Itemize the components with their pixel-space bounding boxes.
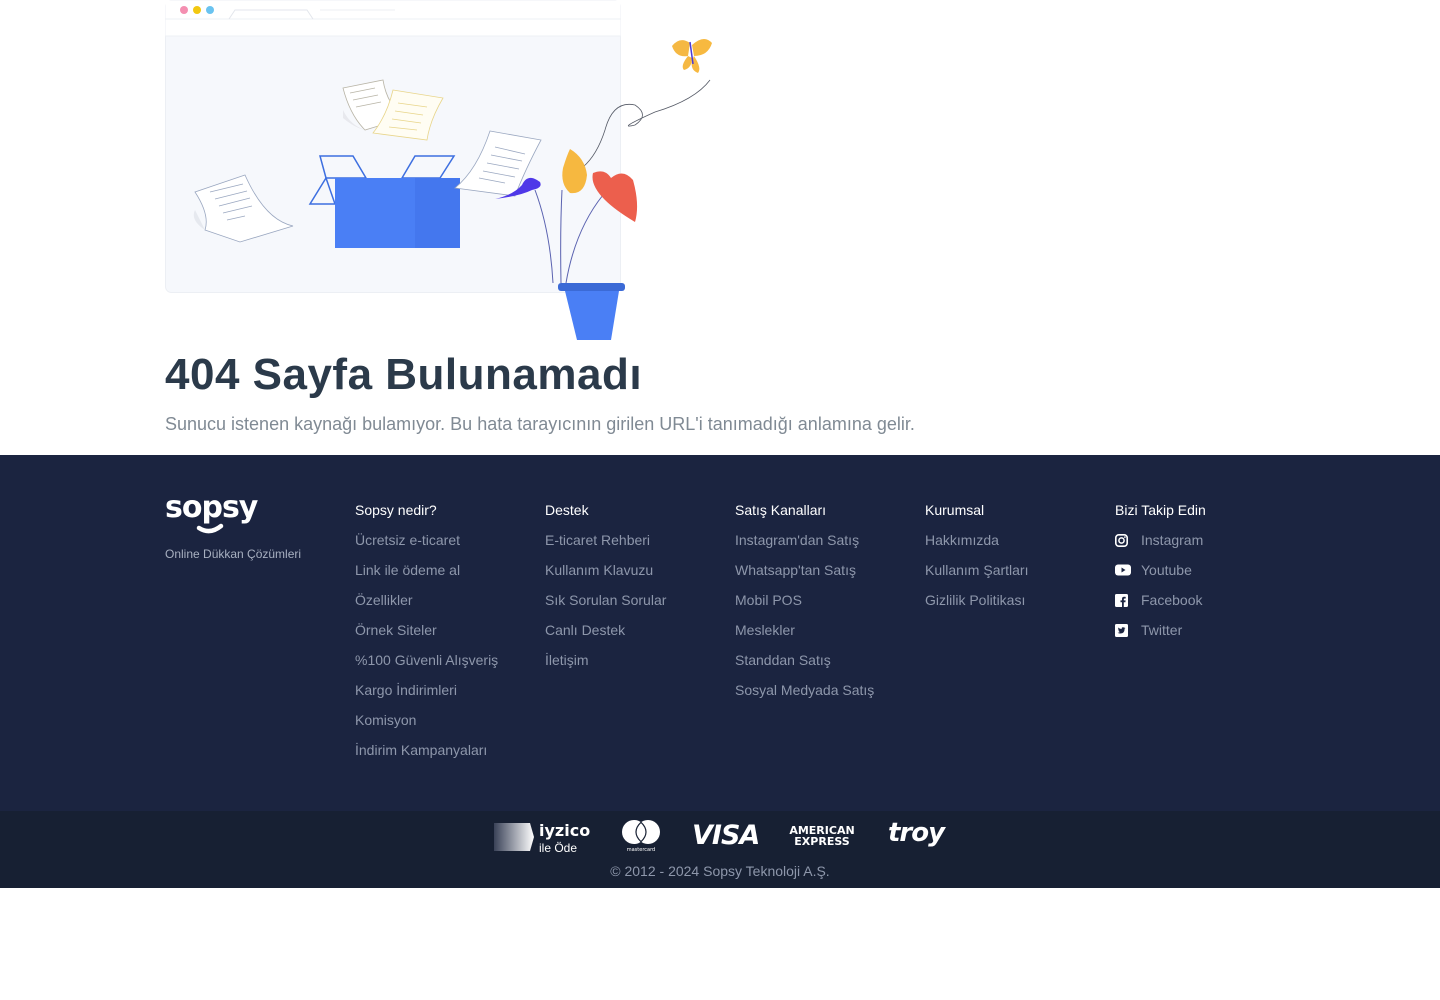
footer-link-ozellikler[interactable]: Özellikler <box>355 592 545 622</box>
window-dot-blue <box>206 6 214 14</box>
iyzico-name: iyzico <box>539 821 591 840</box>
amex-logo: AMERICAN EXPRESS <box>789 824 855 848</box>
footer-link-instagram-satis[interactable]: Instagram'dan Satış <box>735 532 925 562</box>
social-link-label: Facebook <box>1141 592 1203 608</box>
browser-window-graphic <box>165 0 621 293</box>
twitter-icon <box>1115 622 1141 638</box>
social-link-facebook[interactable]: Facebook <box>1115 592 1305 622</box>
footer-link-kullanim-sartlari[interactable]: Kullanım Şartları <box>925 562 1115 592</box>
logo-smile-icon <box>196 523 224 534</box>
window-dot-red <box>180 6 188 14</box>
footer-link-hakkimizda[interactable]: Hakkımızda <box>925 532 1115 562</box>
iyzico-sub: ile Öde <box>539 841 578 855</box>
footer-link-gizlilik-politikasi[interactable]: Gizlilik Politikası <box>925 592 1115 622</box>
footer-link-guvenli-alisveris[interactable]: %100 Güvenli Alışveriş <box>355 652 545 682</box>
sopsy-logo[interactable]: sopsy <box>165 491 265 539</box>
footer-main: sopsy Online Dükkan Çözümleri Sopsy nedi… <box>0 455 1440 811</box>
site-footer: sopsy Online Dükkan Çözümleri Sopsy nedi… <box>0 455 1440 888</box>
iyzico-logo: iyzico ile Öde <box>494 815 594 859</box>
instagram-icon <box>1115 532 1141 548</box>
footer-link-canli-destek[interactable]: Canlı Destek <box>545 622 735 652</box>
footer-link-meslekler[interactable]: Meslekler <box>735 622 925 652</box>
footer-column-kurumsal: Kurumsal Hakkımızda Kullanım Şartları Gi… <box>925 502 1115 622</box>
error-section: 404 Sayfa Bulunamadı Sunucu istenen kayn… <box>0 0 1440 455</box>
facebook-icon <box>1115 592 1141 608</box>
social-link-instagram[interactable]: Instagram <box>1115 532 1305 562</box>
footer-column-destek: Destek E-ticaret Rehberi Kullanım Klavuz… <box>545 502 735 682</box>
butterfly-graphic <box>672 38 712 73</box>
footer-link-standdan-satis[interactable]: Standdan Satış <box>735 652 925 682</box>
footer-link-ornek-siteler[interactable]: Örnek Siteler <box>355 622 545 652</box>
footer-link-eticaret-rehberi[interactable]: E-ticaret Rehberi <box>545 532 735 562</box>
footer-column-sopsy: Sopsy nedir? Ücretsiz e-ticaret Link ile… <box>355 502 545 772</box>
svg-text:sopsy: sopsy <box>165 491 259 525</box>
footer-column-title: Satış Kanalları <box>735 502 827 518</box>
footer-column-satis-kanallari: Satış Kanalları Instagram'dan Satış What… <box>735 502 925 712</box>
footer-link-link-ile-odeme[interactable]: Link ile ödeme al <box>355 562 545 592</box>
payment-logos: iyzico ile Öde mastercard VISA AMERICAN … <box>0 815 1440 859</box>
svg-text:mastercard: mastercard <box>627 847 655 853</box>
footer-link-ucretsiz-eticaret[interactable]: Ücretsiz e-ticaret <box>355 532 545 562</box>
footer-link-indirim-kampanyalari[interactable]: İndirim Kampanyaları <box>355 742 545 772</box>
footer-column-social: Bizi Takip Edin Instagram Youtube Facebo… <box>1115 502 1305 652</box>
footer-column-title: Bizi Takip Edin <box>1115 502 1206 518</box>
social-link-youtube[interactable]: Youtube <box>1115 562 1305 592</box>
footer-link-sss[interactable]: Sık Sorulan Sorular <box>545 592 735 622</box>
footer-column-title: Destek <box>545 502 589 518</box>
brand-tagline: Online Dükkan Çözümleri <box>165 547 302 561</box>
404-illustration <box>165 0 712 340</box>
error-description: Sunucu istenen kaynağı bulamıyor. Bu hat… <box>165 414 915 434</box>
footer-link-whatsapp-satis[interactable]: Whatsapp'tan Satış <box>735 562 925 592</box>
social-link-label: Instagram <box>1141 532 1204 548</box>
footer-link-sosyal-medya-satis[interactable]: Sosyal Medyada Satış <box>735 682 925 712</box>
footer-brand: sopsy Online Dükkan Çözümleri <box>165 491 301 561</box>
footer-bottom: iyzico ile Öde mastercard VISA AMERICAN … <box>0 811 1440 888</box>
mastercard-logo: mastercard <box>619 815 663 859</box>
footer-link-kargo-indirimleri[interactable]: Kargo İndirimleri <box>355 682 545 712</box>
footer-link-mobil-pos[interactable]: Mobil POS <box>735 592 925 622</box>
visa-logo: VISA <box>692 820 760 851</box>
youtube-icon <box>1115 562 1141 578</box>
social-link-label: Youtube <box>1141 562 1192 578</box>
footer-link-komisyon[interactable]: Komisyon <box>355 712 545 742</box>
window-dot-yellow <box>193 6 201 14</box>
page-title: 404 Sayfa Bulunamadı <box>165 350 643 399</box>
footer-link-iletisim[interactable]: İletişim <box>545 652 735 682</box>
social-link-twitter[interactable]: Twitter <box>1115 622 1305 652</box>
social-link-label: Twitter <box>1141 622 1183 638</box>
footer-link-kullanim-klavuzu[interactable]: Kullanım Klavuzu <box>545 562 735 592</box>
copyright-text: © 2012 - 2024 Sopsy Teknoloji A.Ş. <box>610 863 830 879</box>
troy-logo: troy <box>888 818 945 848</box>
footer-column-title: Sopsy nedir? <box>355 502 437 518</box>
footer-column-title: Kurumsal <box>925 502 985 518</box>
